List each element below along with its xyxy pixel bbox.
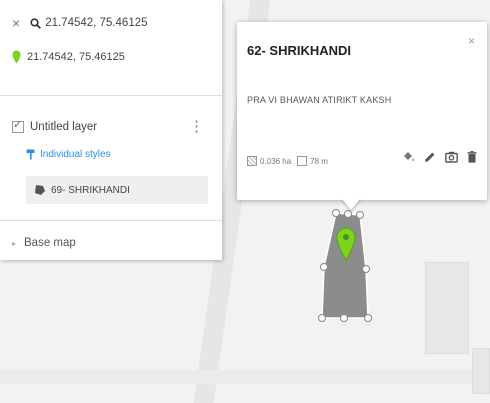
base-map-label[interactable]: Base map: [24, 237, 76, 249]
popup-pointer: [341, 198, 361, 210]
individual-styles-link[interactable]: Individual styles: [26, 146, 111, 162]
popup-title: 62- SHRIKHANDI: [247, 43, 352, 58]
perimeter-icon: [297, 156, 308, 166]
popup-actions: [402, 150, 477, 163]
map-pin-icon: [12, 50, 21, 64]
search-query[interactable]: 21.74542, 75.46125: [45, 17, 147, 29]
area-icon: [247, 156, 257, 166]
layers-panel: × 21.74542, 75.46125 21.74542, 75.46125 …: [0, 0, 222, 260]
map-pin-icon[interactable]: [336, 227, 356, 261]
perimeter-value: 78 m: [310, 156, 328, 166]
close-icon[interactable]: ×: [468, 34, 475, 48]
map-building: [472, 348, 490, 394]
base-map-item[interactable]: ▸ Base map: [12, 234, 76, 252]
divider: [0, 220, 222, 221]
trash-icon[interactable]: [467, 150, 477, 163]
feature-info-popup: 62- SHRIKHANDI × PRA VI BHAWAN ATIRIKT K…: [237, 22, 487, 200]
paint-roller-icon: [26, 149, 35, 159]
styles-label[interactable]: Individual styles: [40, 149, 111, 160]
divider: [0, 95, 222, 96]
area-value: 0.036 ha: [260, 156, 292, 166]
map-building: [425, 262, 469, 354]
close-icon[interactable]: ×: [12, 15, 20, 31]
style-bucket-icon[interactable]: [402, 150, 415, 163]
layer-item[interactable]: Untitled layer ⋮: [12, 118, 212, 136]
expand-arrow-icon[interactable]: ▸: [12, 239, 16, 248]
location-coords: 21.74542, 75.46125: [27, 51, 125, 63]
parcel-polygon[interactable]: [310, 205, 380, 330]
layer-visibility-checkbox[interactable]: [12, 118, 24, 133]
edit-pencil-icon[interactable]: [424, 151, 436, 163]
location-result[interactable]: 21.74542, 75.46125: [12, 47, 125, 67]
camera-icon[interactable]: [445, 151, 458, 163]
search-bar[interactable]: × 21.74542, 75.46125: [12, 14, 148, 32]
polygon-icon: [35, 185, 45, 195]
layer-name[interactable]: Untitled layer: [30, 121, 97, 133]
kebab-menu-icon[interactable]: ⋮: [189, 118, 204, 136]
feature-label[interactable]: 69- SHRIKHANDI: [51, 185, 130, 196]
feature-list-item[interactable]: 69- SHRIKHANDI: [26, 176, 208, 204]
search-icon: [30, 17, 42, 29]
popup-description: PRA VI BHAWAN ATIRIKT KAKSH: [247, 95, 392, 105]
map-road: [0, 370, 490, 384]
feature-measurements: 0.036 ha 78 m: [247, 154, 328, 168]
